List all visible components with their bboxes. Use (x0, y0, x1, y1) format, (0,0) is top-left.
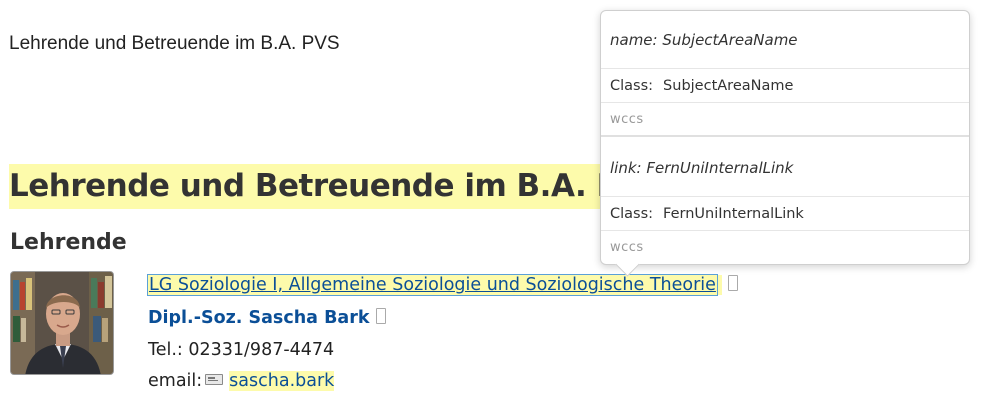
person-name-link[interactable]: Dipl.-Soz. Sascha Bark (148, 308, 370, 328)
inspector-class-value: FernUniInternalLink (663, 206, 804, 222)
external-link-icon[interactable] (728, 275, 739, 291)
email-label: email: (148, 371, 203, 391)
inspector-class-key: Class: (610, 206, 654, 222)
avatar-photo (11, 272, 113, 374)
section-heading-lehrende: Lehrende (10, 230, 127, 255)
inspector-class-value: SubjectAreaName (663, 78, 794, 94)
inspector-title-2: link: FernUniInternalLink (601, 139, 969, 197)
inspector-class-key: Class: (610, 78, 654, 94)
chair-link-row: LG Soziologie I, Allgemeine Soziologie u… (147, 274, 739, 296)
inspector-popup: name: SubjectAreaName Class: SubjectAreaN… (600, 10, 970, 277)
chair-link[interactable]: LG Soziologie I, Allgemeine Soziologie u… (147, 274, 718, 296)
page-heading: Lehrende und Betreuende im B.A. PVS (9, 164, 669, 209)
inspector-namespace-1: wccs (601, 103, 969, 137)
external-link-icon[interactable] (375, 308, 386, 324)
inspector-class-row-2: Class: FernUniInternalLink (601, 197, 969, 231)
email-row: email: sascha.bark (148, 371, 335, 391)
phone-text: Tel.: 02331/987-4474 (148, 340, 335, 360)
page-title-text: Lehrende und Betreuende im B.A. PVS (9, 33, 340, 54)
avatar (10, 271, 114, 375)
email-icon (205, 374, 224, 385)
inspector-class-row-1: Class: SubjectAreaName (601, 69, 969, 103)
inspector-namespace-2: wccs (610, 240, 644, 255)
inspector-title-1: name: SubjectAreaName (601, 11, 969, 69)
email-link[interactable]: sascha.bark (229, 371, 334, 391)
name-link-row: Dipl.-Soz. Sascha Bark (148, 308, 386, 328)
